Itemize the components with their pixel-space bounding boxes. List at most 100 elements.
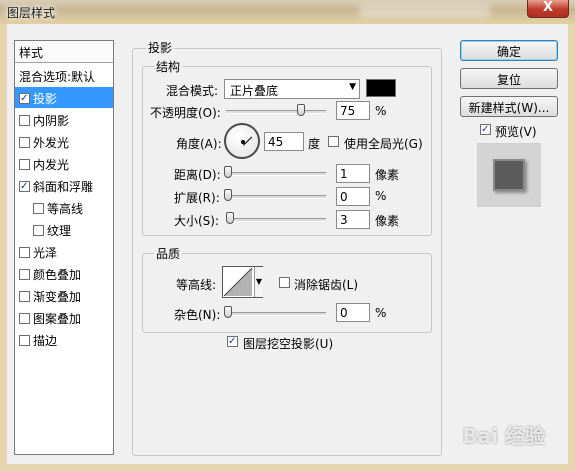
distance-unit: 像素 [375,168,400,182]
satin-checkbox[interactable] [19,247,30,258]
contour-dropdown-arrow-icon[interactable]: ▼ [254,267,263,297]
sidebar-item-label: 描边 [33,334,58,348]
drop-shadow-checkbox[interactable] [19,93,30,104]
style-preview [477,143,541,207]
contour-picker[interactable]: ▼ [222,266,263,298]
opacity-label: 不透明度(O): [150,106,221,120]
opacity-slider-track[interactable] [226,110,326,114]
size-label: 大小(S): [174,214,220,228]
pattern-overlay-checkbox[interactable] [19,313,30,324]
opacity-percent-label: % [375,104,387,118]
sidebar-item-label: 投影 [33,92,58,106]
distance-slider-thumb[interactable] [224,166,232,178]
spread-percent-label: % [375,189,387,203]
sidebar-item-blending-options[interactable]: 混合选项:默认 [15,65,113,86]
knockout-label[interactable]: 图层挖空投影(U) [243,335,333,352]
noise-label: 杂色(N): [174,308,221,322]
opacity-slider-thumb[interactable] [297,104,305,116]
anti-alias-label[interactable]: 消除锯齿(L) [294,276,358,293]
blend-mode-select[interactable]: 正片叠底 ▼ [224,79,360,99]
contour-curve-icon [223,267,253,297]
noise-percent-label: % [375,306,387,320]
shadow-color-swatch[interactable] [366,79,396,97]
preview-label[interactable]: 预览(V) [495,123,537,140]
opacity-input[interactable]: 75 [336,101,370,120]
sidebar-item-label: 光泽 [33,246,58,260]
stroke-checkbox[interactable] [19,335,30,346]
preview-checkbox[interactable] [480,124,491,135]
sidebar-item-label: 渐变叠加 [33,290,82,304]
angle-degree-unit: 度 [308,137,321,151]
angle-dial-center [241,140,245,144]
structure-title: 结构 [154,58,183,75]
quality-title: 品质 [154,245,183,262]
reset-button[interactable]: 复位 [460,68,558,89]
sidebar-item-stroke[interactable]: 描边 [15,329,113,350]
sidebar-item-label: 混合选项:默认 [19,70,96,84]
sidebar-item-label: 图案叠加 [33,312,82,326]
new-style-button[interactable]: 新建样式(W)... [460,96,558,117]
inner-glow-checkbox[interactable] [19,159,30,170]
angle-dial-icon[interactable] [224,123,260,159]
blend-mode-value: 正片叠底 [230,84,279,98]
spread-slider-thumb[interactable] [224,189,232,201]
sidebar-item-label: 颜色叠加 [33,268,82,282]
sidebar-item-contour[interactable]: 等高线 [15,197,113,218]
sidebar-item-pattern-overlay[interactable]: 图案叠加 [15,307,113,328]
sidebar-item-texture[interactable]: 纹理 [15,219,113,240]
sidebar-item-drop-shadow[interactable]: 投影 [15,87,113,108]
contour-label: 等高线: [176,278,217,292]
contour-checkbox[interactable] [33,203,44,214]
sidebar-item-inner-shadow[interactable]: 内阴影 [15,109,113,130]
blend-mode-label: 混合模式: [166,84,219,98]
distance-input[interactable]: 1 [336,164,370,183]
outer-glow-checkbox[interactable] [19,137,30,148]
size-slider-thumb[interactable] [226,212,234,224]
anti-alias-checkbox[interactable] [279,277,290,288]
distance-slider-track[interactable] [226,172,326,176]
sidebar-item-label: 内发光 [33,158,70,172]
spread-slider-track[interactable] [226,195,326,199]
noise-slider-track[interactable] [226,312,326,316]
spread-label: 扩展(R): [174,191,220,205]
color-overlay-checkbox[interactable] [19,269,30,280]
styles-list-header[interactable]: 样式 [15,41,113,63]
bevel-emboss-checkbox[interactable] [19,181,30,192]
dropdown-arrow-icon: ▼ [349,82,356,92]
noise-slider-thumb[interactable] [224,306,232,318]
sidebar-item-color-overlay[interactable]: 颜色叠加 [15,263,113,284]
size-unit: 像素 [375,214,400,228]
sidebar-item-label: 等高线 [47,202,84,216]
spread-input[interactable]: 0 [336,187,370,206]
title-background-blur [360,4,490,18]
sidebar-item-outer-glow[interactable]: 外发光 [15,131,113,152]
watermark: Bai 经验 [462,424,545,448]
sidebar-item-bevel-emboss[interactable]: 斜面和浮雕 [15,175,113,196]
knockout-checkbox[interactable] [227,336,238,347]
ok-button[interactable]: 确定 [460,40,558,61]
texture-checkbox[interactable] [33,225,44,236]
global-light-label[interactable]: 使用全局光(G) [344,135,423,152]
sidebar-item-satin[interactable]: 光泽 [15,241,113,262]
distance-label: 距离(D): [174,168,221,182]
sidebar-item-label: 内阴影 [33,114,70,128]
angle-label: 角度(A): [176,137,222,151]
global-light-checkbox[interactable] [328,136,339,147]
close-button[interactable]: X [527,0,569,18]
size-slider-track[interactable] [226,218,326,222]
inner-shadow-checkbox[interactable] [19,115,30,126]
noise-input[interactable]: 0 [336,303,370,322]
size-input[interactable]: 3 [336,210,370,229]
close-icon: X [542,0,554,15]
styles-list: 样式 混合选项:默认 投影 内阴影 外发光 内发光 斜面和浮雕 等高线 纹理 光… [14,40,114,455]
angle-input[interactable]: 45 [264,132,304,151]
preview-swatch [493,159,525,191]
window-title: 图层样式 [7,6,56,20]
drop-shadow-title: 投影 [146,39,175,56]
gradient-overlay-checkbox[interactable] [19,291,30,302]
sidebar-item-inner-glow[interactable]: 内发光 [15,153,113,174]
title-bar: 图层样式 X [0,0,575,24]
sidebar-item-label: 外发光 [33,136,70,150]
sidebar-item-gradient-overlay[interactable]: 渐变叠加 [15,285,113,306]
sidebar-item-label: 纹理 [47,224,72,238]
